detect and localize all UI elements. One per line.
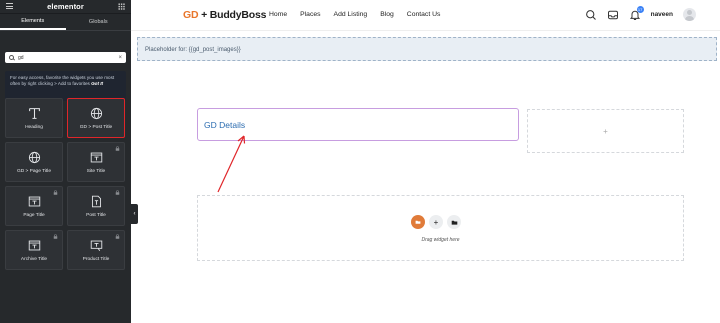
globe-icon xyxy=(28,151,40,163)
panel-tabs: Elements Globals xyxy=(0,14,131,31)
archive-title-icon xyxy=(28,240,40,250)
got-it-link[interactable]: Got It xyxy=(91,81,103,86)
folder-icon xyxy=(415,220,421,224)
favorites-tip: For easy access, favorite the widgets yo… xyxy=(5,71,126,101)
nav-places[interactable]: Places xyxy=(300,11,320,18)
site-header: GD + BuddyBoss Home Places Add Listing B… xyxy=(131,0,720,31)
widget-grid: Heading GD > Post Title GD > Page Title xyxy=(5,98,127,270)
inbox-icon[interactable] xyxy=(607,9,619,21)
drop-zone[interactable]: + Drag widget here xyxy=(197,195,684,261)
post-title-icon xyxy=(91,195,101,207)
widget-heading[interactable]: Heading xyxy=(5,98,63,138)
tab-globals[interactable]: Globals xyxy=(66,14,132,30)
template-library-button[interactable] xyxy=(447,215,461,229)
lock-icon xyxy=(53,234,58,239)
elementor-panel: elementor Elements Globals gd × For easy… xyxy=(0,0,131,323)
lock-icon xyxy=(115,190,120,195)
menu-icon[interactable] xyxy=(6,3,13,9)
widget-label: Site Title xyxy=(86,168,106,174)
lock-icon xyxy=(53,190,58,195)
clear-search-icon[interactable]: × xyxy=(118,55,122,61)
widget-label: Archive Title xyxy=(20,256,48,262)
user-name[interactable]: naveen xyxy=(651,11,673,18)
gallery-placeholder: Placeholder for: {{gd_post_images}} xyxy=(137,37,717,61)
lock-icon xyxy=(115,234,120,239)
page-title-icon xyxy=(28,196,40,206)
tab-elements[interactable]: Elements xyxy=(0,14,66,30)
empty-column[interactable]: + xyxy=(527,109,684,153)
product-title-icon xyxy=(90,240,102,251)
widget-gd-page-title[interactable]: GD > Page Title xyxy=(5,142,63,182)
widget-label: Heading xyxy=(25,124,43,130)
avatar[interactable] xyxy=(683,8,696,21)
elementor-add-template-button[interactable] xyxy=(411,215,425,229)
widget-search-input[interactable]: gd × xyxy=(5,52,126,63)
notification-badge: 17 xyxy=(636,5,644,13)
lock-icon xyxy=(115,146,120,151)
widget-page-title[interactable]: Page Title xyxy=(5,186,63,226)
folder-icon xyxy=(451,220,457,225)
search-icon[interactable] xyxy=(585,9,597,21)
widget-post-title[interactable]: Post Title xyxy=(67,186,125,226)
widget-site-title[interactable]: Site Title xyxy=(67,142,125,182)
widget-archive-title[interactable]: Archive Title xyxy=(5,230,63,270)
search-value[interactable]: gd xyxy=(18,55,118,61)
widgets-grid-icon[interactable] xyxy=(118,3,125,10)
elementor-logo: elementor xyxy=(47,2,84,11)
widget-label: Product Title xyxy=(82,256,110,262)
nav-contact-us[interactable]: Contact Us xyxy=(407,11,441,18)
main-nav: Home Places Add Listing Blog Contact Us xyxy=(269,11,440,18)
drop-zone-buttons: + xyxy=(411,215,461,229)
heading-icon xyxy=(28,107,40,119)
notifications[interactable]: 17 xyxy=(629,5,644,21)
collapse-panel-button[interactable]: ‹ xyxy=(131,204,138,224)
widget-label: GD > Post Title xyxy=(79,124,113,130)
panel-header: elementor xyxy=(0,0,131,14)
widget-label: Page Title xyxy=(23,212,45,218)
widget-gd-post-title[interactable]: GD > Post Title xyxy=(67,98,125,138)
globe-icon xyxy=(90,107,102,119)
search-icon xyxy=(9,55,14,60)
widget-label: GD > Page Title xyxy=(17,168,51,174)
drop-zone-text: Drag widget here xyxy=(421,237,460,243)
brand-rest: + BuddyBoss xyxy=(198,9,267,21)
add-section-button[interactable]: + xyxy=(429,215,443,229)
gd-details-widget[interactable]: GD Details xyxy=(197,108,519,141)
widget-label: Post Title xyxy=(86,212,106,218)
header-actions: 17 naveen xyxy=(585,5,696,21)
site-title-icon xyxy=(90,152,102,162)
widget-product-title[interactable]: Product Title xyxy=(67,230,125,270)
nav-blog[interactable]: Blog xyxy=(380,11,394,18)
site-logo[interactable]: GD + BuddyBoss xyxy=(183,9,266,21)
nav-add-listing[interactable]: Add Listing xyxy=(334,11,368,18)
nav-home[interactable]: Home xyxy=(269,11,287,18)
brand-gd: GD xyxy=(183,9,199,21)
